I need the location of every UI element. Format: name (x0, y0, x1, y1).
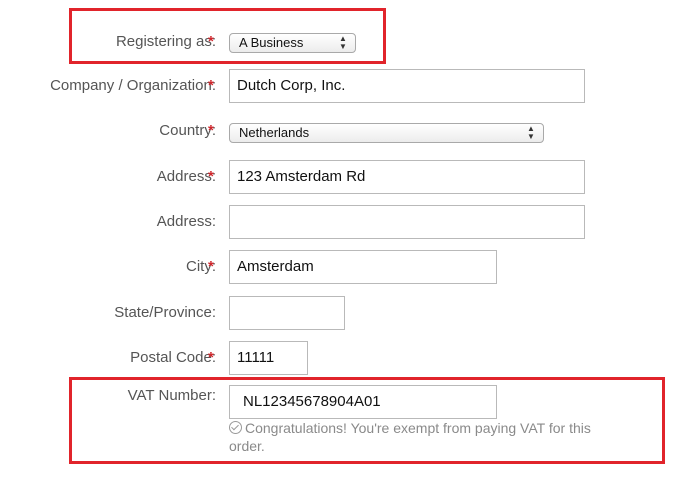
required-star: * (208, 168, 214, 185)
up-down-chevron-icon: ▲ ▼ (527, 124, 535, 141)
required-star: * (208, 122, 214, 139)
country-value: Netherlands (239, 125, 310, 140)
up-down-chevron-icon: ▲ ▼ (339, 34, 347, 51)
registration-form: Registering as: * A Business ▲ ▼ Company … (0, 0, 673, 479)
postal-code-label: Postal Code: (130, 349, 216, 366)
registering-as-label: Registering as: (115, 33, 216, 50)
vat-field[interactable]: NL12345678904A01 (229, 385, 497, 419)
country-select[interactable]: Netherlands ▲ ▼ (229, 123, 544, 143)
required-star: * (208, 77, 214, 94)
postal-code-field[interactable]: 11111 (229, 341, 308, 375)
state-label: State/Province: (114, 304, 216, 321)
vat-notice-line1: Congratulations! You're exempt from payi… (245, 420, 591, 436)
address-line2-label: Address: (156, 213, 216, 230)
registering-as-select[interactable]: A Business ▲ ▼ (229, 33, 356, 53)
required-star: * (208, 33, 214, 50)
registering-as-value: A Business (239, 35, 304, 50)
address-field[interactable]: 123 Amsterdam Rd (229, 160, 585, 194)
check-circle-icon (229, 421, 242, 434)
vat-notice-line2: order. (229, 438, 265, 454)
company-field[interactable]: Dutch Corp, Inc. (229, 69, 585, 103)
company-label: Company / Organization: (50, 77, 216, 94)
address-line2-field[interactable] (229, 205, 585, 239)
city-field[interactable]: Amsterdam (229, 250, 497, 284)
required-star: * (208, 258, 214, 275)
state-field[interactable] (229, 296, 345, 330)
required-star: * (208, 349, 214, 366)
vat-notice: Congratulations! You're exempt from payi… (229, 419, 673, 455)
vat-label: VAT Number: (127, 387, 216, 404)
